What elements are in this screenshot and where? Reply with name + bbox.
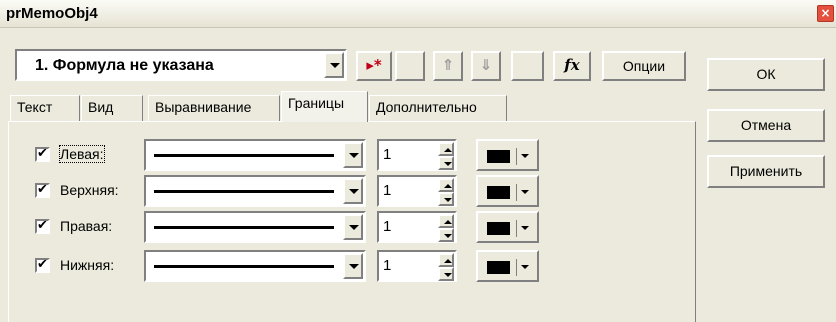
blank-toolbar-button[interactable]: [395, 51, 425, 81]
stepper-down-button[interactable]: [438, 228, 454, 242]
bottom-border-label: Нижняя:: [60, 257, 115, 273]
bottom-border-width-stepper[interactable]: 1: [377, 250, 457, 282]
stepper-down-button[interactable]: [438, 267, 454, 281]
title-bar: prMemoObj4 ×: [0, 0, 836, 28]
move-down-button[interactable]: ⇓: [471, 51, 501, 81]
chevron-down-icon: [349, 153, 359, 158]
left-border-label: Левая:: [59, 145, 105, 163]
color-swatch: [487, 186, 510, 199]
right-border-width-value: 1: [383, 218, 392, 235]
close-icon: ×: [820, 6, 831, 20]
top-border-color-picker[interactable]: [476, 175, 539, 207]
right-border-style-dropdown[interactable]: [343, 214, 363, 240]
left-border-width-stepper[interactable]: 1: [377, 139, 457, 171]
options-button-label: Опции: [622, 58, 666, 74]
function-button[interactable]: fx: [553, 51, 591, 81]
apply-button[interactable]: Применить: [707, 155, 825, 188]
move-up-icon: ⇑: [441, 56, 455, 74]
stepper-up-button[interactable]: [438, 214, 454, 228]
chevron-down-icon: [349, 189, 359, 194]
stepper-up-button[interactable]: [438, 253, 454, 267]
ok-button-label: ОК: [756, 66, 776, 82]
top-border-checkbox[interactable]: ✔: [35, 182, 50, 198]
checkmark-icon: ✔: [37, 257, 48, 272]
top-border-width-value: 1: [383, 182, 392, 199]
tab-label: Текст: [17, 99, 53, 115]
stepper-up-button[interactable]: [438, 178, 454, 192]
bottom-border-style-select[interactable]: [144, 250, 366, 282]
checkmark-icon: ✔: [37, 218, 48, 233]
color-swatch: [487, 261, 510, 274]
top-border-style-dropdown[interactable]: [343, 178, 363, 204]
window-title: prMemoObj4: [6, 5, 98, 22]
line-style-preview: [154, 154, 334, 157]
bottom-border-width-value: 1: [383, 257, 392, 274]
insert-formula-icon: ▸*: [366, 56, 382, 74]
tab-label: Дополнительно: [376, 99, 477, 115]
tab-label: Границы: [288, 95, 344, 111]
bottom-border-checkbox[interactable]: ✔: [35, 257, 50, 273]
chevron-down-icon: [521, 226, 529, 230]
stepper-up-button[interactable]: [438, 142, 454, 156]
tab-text[interactable]: Текст: [10, 95, 80, 121]
blank-toolbar-button[interactable]: [511, 51, 544, 81]
chevron-down-icon: [330, 63, 340, 68]
tab-label: Вид: [88, 99, 114, 115]
chevron-down-icon: [521, 154, 529, 158]
right-border-width-stepper[interactable]: 1: [377, 211, 457, 243]
bottom-border-color-picker[interactable]: [476, 250, 539, 282]
tab-alignment[interactable]: Выравнивание: [148, 95, 280, 121]
tab-view[interactable]: Вид: [81, 95, 143, 121]
stepper-down-button[interactable]: [438, 192, 454, 206]
color-swatch: [487, 222, 510, 235]
move-down-icon: ⇓: [479, 56, 493, 74]
move-up-button[interactable]: ⇑: [433, 51, 463, 81]
chevron-down-icon: [521, 190, 529, 194]
function-icon: fx: [564, 56, 580, 74]
tab-borders[interactable]: Границы: [281, 91, 368, 122]
right-border-checkbox[interactable]: ✔: [35, 218, 50, 234]
top-border-label: Верхняя:: [60, 182, 119, 198]
top-border-width-stepper[interactable]: 1: [377, 175, 457, 207]
stepper-down-button[interactable]: [438, 156, 454, 170]
formula-select[interactable]: 1. Формула не указана: [15, 49, 347, 81]
line-style-preview: [154, 226, 334, 229]
right-border-style-select[interactable]: [144, 211, 366, 243]
options-button[interactable]: Опции: [602, 51, 686, 81]
apply-button-label: Применить: [729, 163, 803, 179]
left-border-color-picker[interactable]: [476, 139, 539, 171]
chevron-down-icon: [349, 264, 359, 269]
left-border-width-value: 1: [383, 146, 392, 163]
bottom-border-style-dropdown[interactable]: [343, 253, 363, 279]
color-swatch: [487, 150, 510, 163]
cancel-button-label: Отмена: [740, 117, 792, 133]
tab-advanced[interactable]: Дополнительно: [369, 95, 507, 121]
chevron-down-icon: [349, 225, 359, 230]
checkmark-icon: ✔: [37, 182, 48, 197]
cancel-button[interactable]: Отмена: [707, 109, 825, 142]
line-style-preview: [154, 190, 334, 193]
checkmark-icon: ✔: [37, 146, 48, 161]
left-border-checkbox[interactable]: ✔: [35, 146, 50, 162]
right-border-label: Правая:: [60, 218, 113, 234]
right-border-color-picker[interactable]: [476, 211, 539, 243]
left-border-style-select[interactable]: [144, 139, 366, 171]
top-border-style-select[interactable]: [144, 175, 366, 207]
formula-dropdown-button[interactable]: [324, 52, 344, 78]
chevron-down-icon: [521, 265, 529, 269]
line-style-preview: [154, 265, 334, 268]
insert-formula-button[interactable]: ▸*: [356, 51, 392, 81]
tab-label: Выравнивание: [155, 99, 252, 115]
formula-select-value: 1. Формула не указана: [35, 57, 214, 74]
close-button[interactable]: ×: [817, 5, 834, 22]
ok-button[interactable]: ОК: [707, 58, 825, 91]
left-border-style-dropdown[interactable]: [343, 142, 363, 168]
